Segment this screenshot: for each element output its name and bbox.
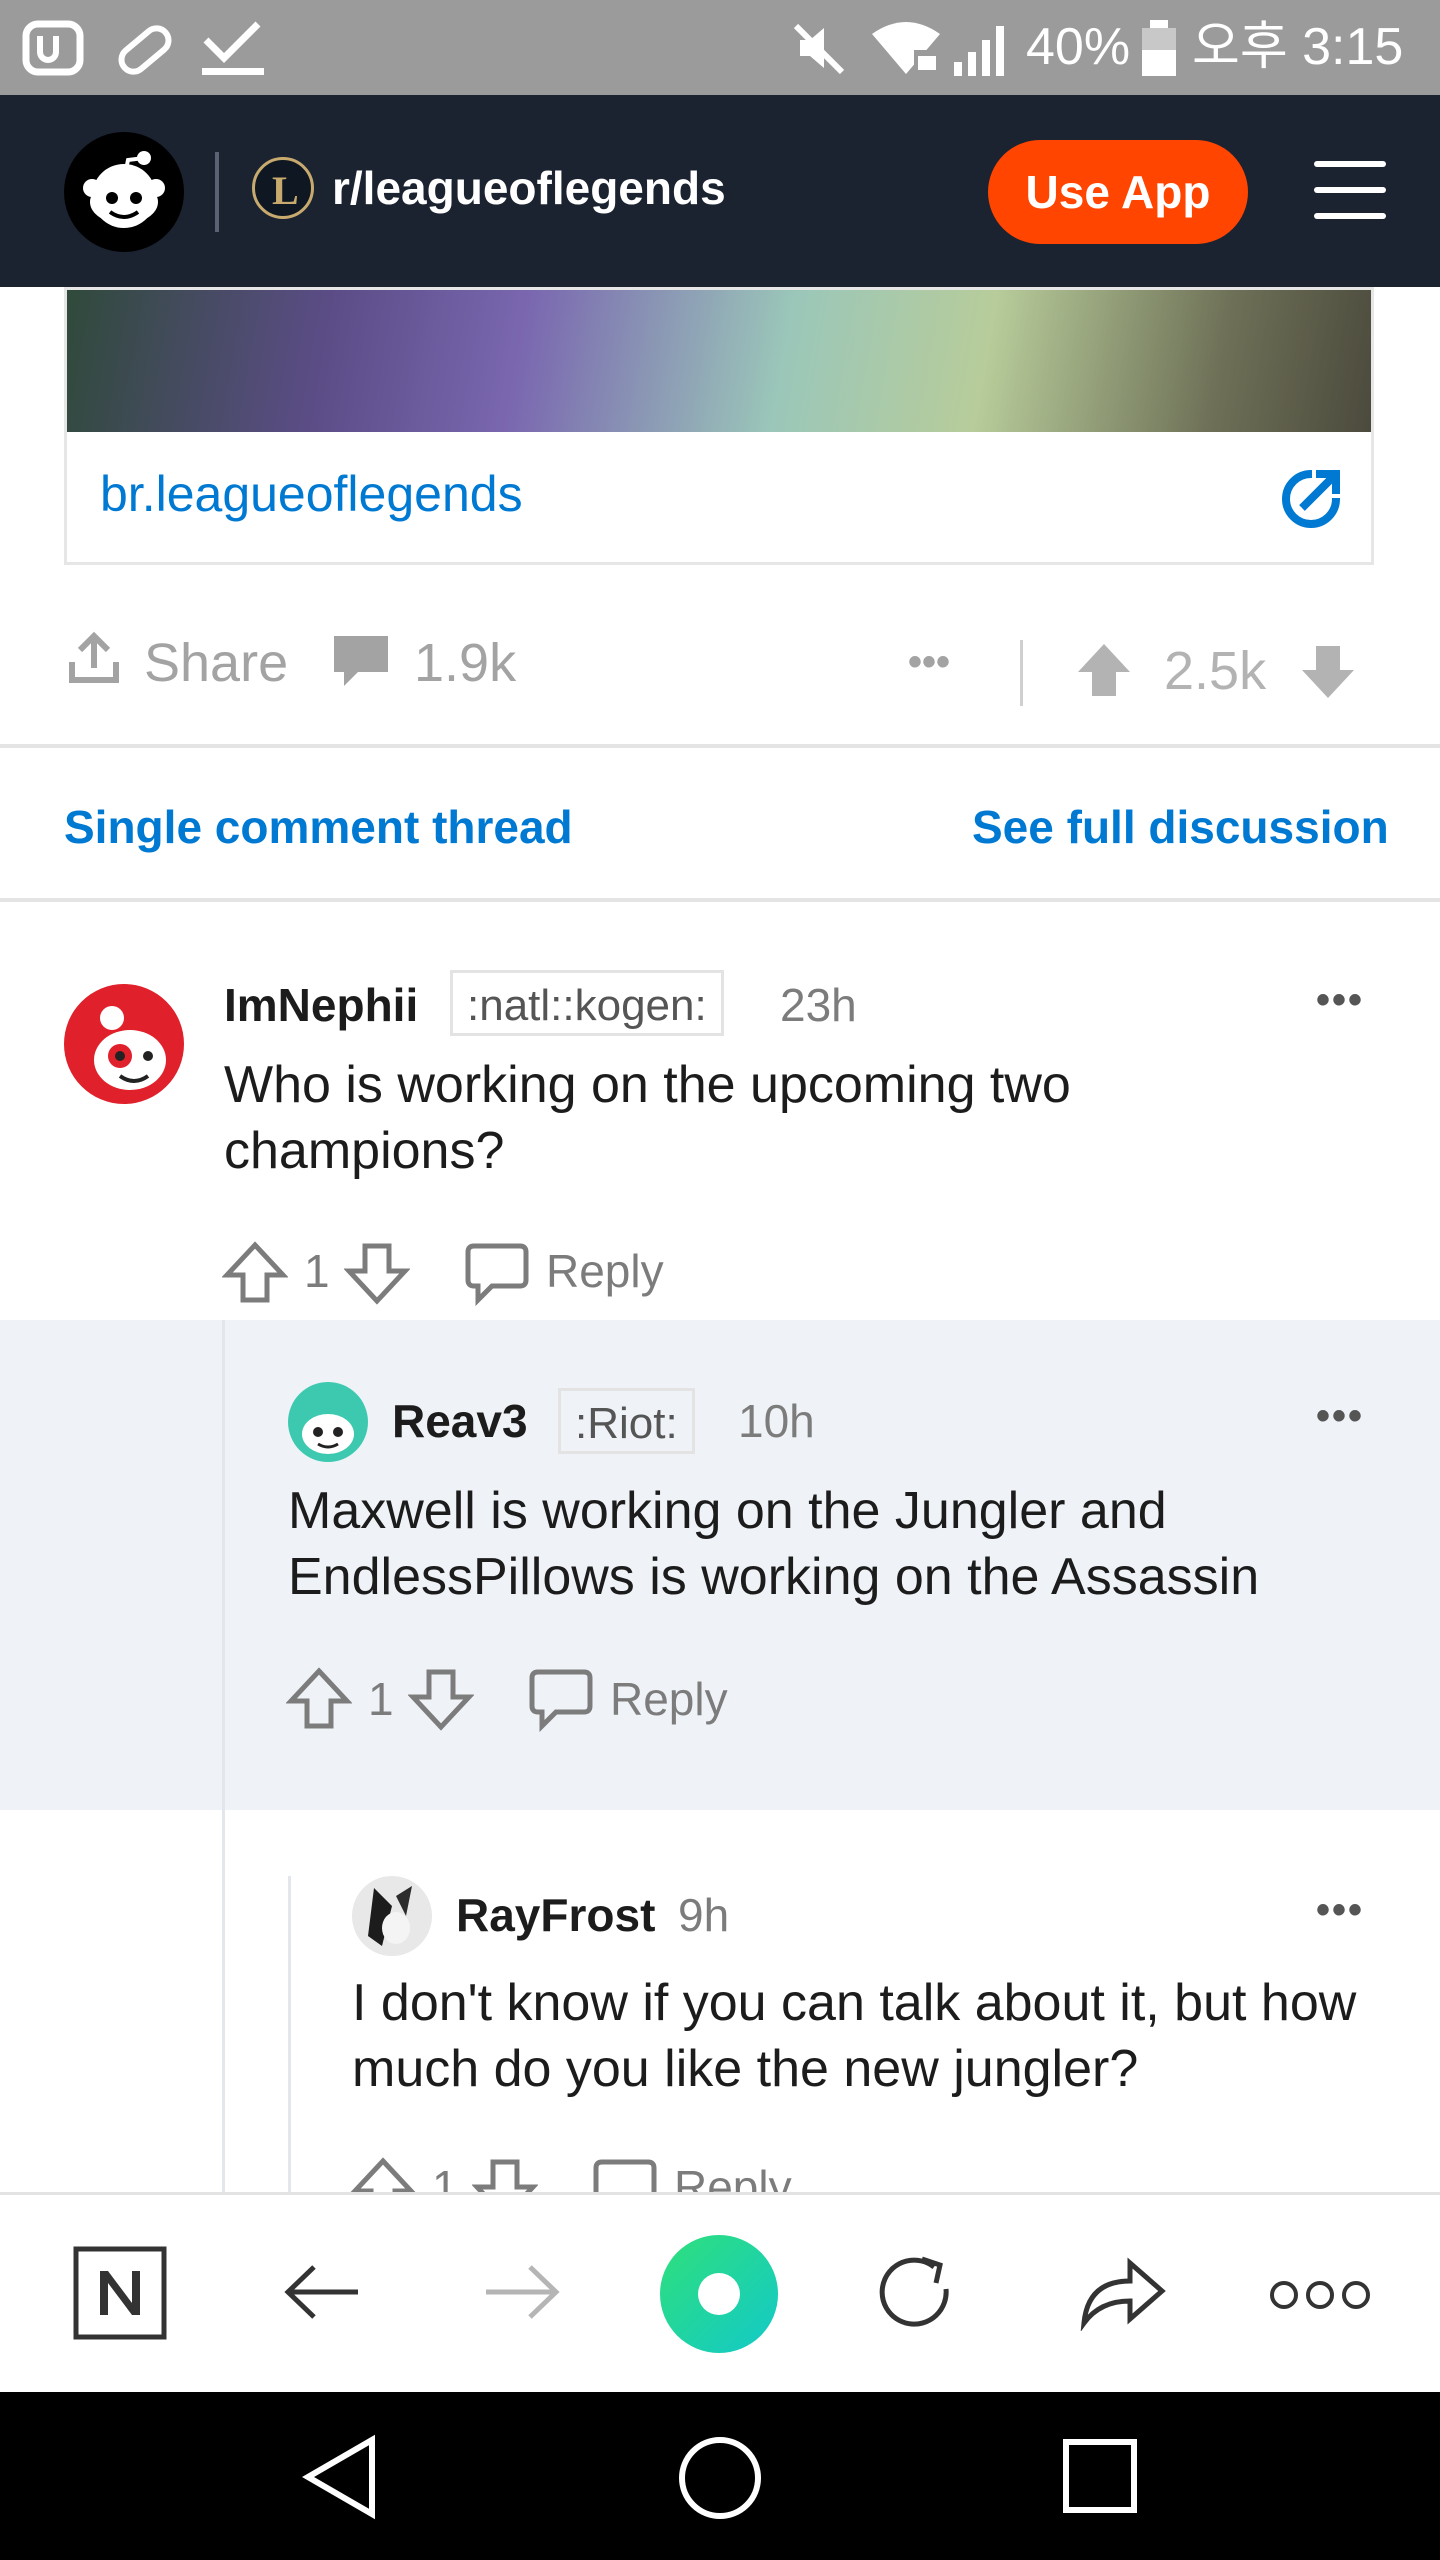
downvote-icon[interactable]: [1300, 644, 1356, 700]
naver-n-icon[interactable]: [72, 2245, 168, 2341]
comment-age: 10h: [738, 1395, 815, 1447]
download-check-icon: [202, 21, 264, 75]
header-divider: [215, 152, 219, 232]
vote-divider: [1020, 640, 1023, 706]
user-flair: :natl::kogen:: [450, 970, 724, 1036]
back-arrow-icon[interactable]: [282, 2259, 362, 2325]
status-bar: 40% 오후 3:15: [0, 0, 1440, 95]
comment-age: 23h: [780, 979, 857, 1031]
battery-percent: 40%: [1026, 18, 1131, 76]
svg-text:L: L: [272, 168, 299, 213]
pill-icon: [118, 25, 172, 75]
comment-username[interactable]: RayFrost: [456, 1888, 655, 1942]
comment-actions: 1 Reply: [350, 2156, 870, 2192]
section-divider: [0, 744, 1440, 748]
android-nav-bar: [0, 2392, 1440, 2560]
avatar[interactable]: [352, 1876, 432, 1956]
reply-button[interactable]: Reply: [674, 2160, 792, 2192]
upvote-icon[interactable]: [1076, 640, 1132, 700]
use-app-button[interactable]: Use App: [988, 140, 1248, 244]
upvote-outline-icon[interactable]: [350, 2156, 416, 2192]
share-label[interactable]: Share: [144, 632, 288, 694]
browser-toolbar: [0, 2192, 1440, 2395]
reddit-logo-icon[interactable]: [64, 132, 184, 252]
recents-square-icon[interactable]: [1060, 2436, 1140, 2516]
comment-count[interactable]: 1.9k: [414, 632, 516, 694]
comment-more-icon[interactable]: •••: [1316, 978, 1364, 1023]
comment-vote-count: 1: [368, 1673, 394, 1725]
refresh-icon[interactable]: [874, 2251, 960, 2337]
hamburger-menu-icon[interactable]: [1310, 155, 1390, 225]
subreddit-name[interactable]: r/leagueoflegends: [332, 158, 726, 218]
home-circle-icon[interactable]: [676, 2434, 764, 2522]
reply-button[interactable]: Reply: [546, 1244, 664, 1298]
more-icon[interactable]: [1268, 2277, 1372, 2313]
reply-button[interactable]: Reply: [610, 1672, 728, 1726]
comment-vote-count: 1: [304, 1245, 330, 1297]
downvote-outline-icon[interactable]: [344, 1240, 410, 1306]
thread-line[interactable]: [288, 1876, 291, 2192]
comment-more-icon[interactable]: •••: [1316, 1394, 1364, 1439]
post-score: 2.5k: [1164, 641, 1267, 701]
reply-icon[interactable]: [590, 2156, 660, 2192]
reply-icon[interactable]: [526, 1666, 596, 1732]
upvote-outline-icon[interactable]: [286, 1666, 352, 1732]
home-circle-icon[interactable]: [660, 2235, 778, 2353]
avatar[interactable]: [288, 1382, 368, 1462]
forward-arrow-icon[interactable]: [482, 2259, 562, 2325]
external-link-icon[interactable]: [1278, 466, 1344, 532]
post-more-icon[interactable]: •••: [908, 640, 950, 685]
u-plus-icon: [22, 20, 84, 76]
reply-icon[interactable]: [462, 1240, 532, 1306]
clock: 오후 3:15: [1192, 18, 1404, 76]
comment-body: Maxwell is working on the Jungler and En…: [288, 1482, 1260, 1606]
mute-icon: [793, 23, 845, 75]
single-thread-link[interactable]: Single comment thread: [64, 800, 573, 854]
link-card[interactable]: [64, 287, 1374, 565]
share-icon[interactable]: [66, 630, 122, 686]
comment-body: Who is working on the upcoming two champ…: [224, 1056, 1071, 1180]
signal-icon: [954, 26, 1004, 76]
link-domain[interactable]: br.leagueoflegends: [100, 465, 523, 523]
comment-username[interactable]: Reav3: [392, 1394, 528, 1448]
full-discussion-link[interactable]: See full discussion: [972, 800, 1389, 854]
downvote-outline-icon[interactable]: [472, 2156, 538, 2192]
share-arrow-icon[interactable]: [1078, 2255, 1166, 2331]
comment-body: I don't know if you can talk about it, b…: [352, 1974, 1357, 2098]
avatar[interactable]: [64, 984, 184, 1104]
upvote-outline-icon[interactable]: [222, 1240, 288, 1306]
comment-username[interactable]: ImNephii: [224, 978, 418, 1032]
comment-age: 9h: [678, 1889, 730, 1941]
downvote-outline-icon[interactable]: [408, 1666, 474, 1732]
comment-icon[interactable]: [328, 630, 394, 690]
user-flair: :Riot:: [558, 1388, 695, 1454]
battery-icon: [1142, 20, 1176, 76]
thread-line[interactable]: [222, 1320, 225, 2192]
back-triangle-icon[interactable]: [300, 2432, 380, 2522]
wifi-lock-icon: [872, 22, 940, 74]
league-subreddit-icon: L: [252, 157, 314, 219]
section-divider: [0, 898, 1440, 902]
comment-vote-count: 1: [432, 2161, 458, 2192]
comment-more-icon[interactable]: •••: [1316, 1888, 1364, 1933]
